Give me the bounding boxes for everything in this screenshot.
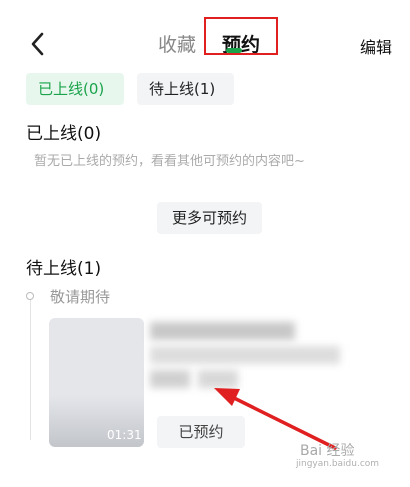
timeline-group-label: 敬请期待 <box>50 288 111 306</box>
tab-favorites[interactable]: 收藏 <box>158 30 196 57</box>
video-duration: 01:31 <box>107 428 142 442</box>
blurred-meta <box>198 370 238 388</box>
tab-highlight-box <box>204 17 278 55</box>
upcoming-section-title: 待上线(1) <box>26 259 102 279</box>
blurred-title-line <box>150 322 295 340</box>
watermark-logo: Bai 经验 <box>300 443 355 459</box>
online-section-title: 已上线(0) <box>26 124 102 144</box>
filter-upcoming[interactable]: 待上线(1) <box>137 73 234 105</box>
more-reservable-button[interactable]: 更多可预约 <box>157 202 262 234</box>
timeline-line <box>30 300 31 440</box>
blurred-meta <box>150 370 190 388</box>
blurred-title-line <box>150 346 340 364</box>
reserved-button[interactable]: 已预约 <box>157 416 245 448</box>
edit-button[interactable]: 编辑 <box>360 34 392 58</box>
watermark-url: jingyan.baidu.com <box>296 459 380 469</box>
online-empty-text: 暂无已上线的预约，看看其他可预约的内容吧~ <box>34 154 305 169</box>
timeline-dot-icon <box>26 292 34 300</box>
back-chevron-icon[interactable] <box>28 30 48 58</box>
filter-online[interactable]: 已上线(0) <box>26 73 124 105</box>
